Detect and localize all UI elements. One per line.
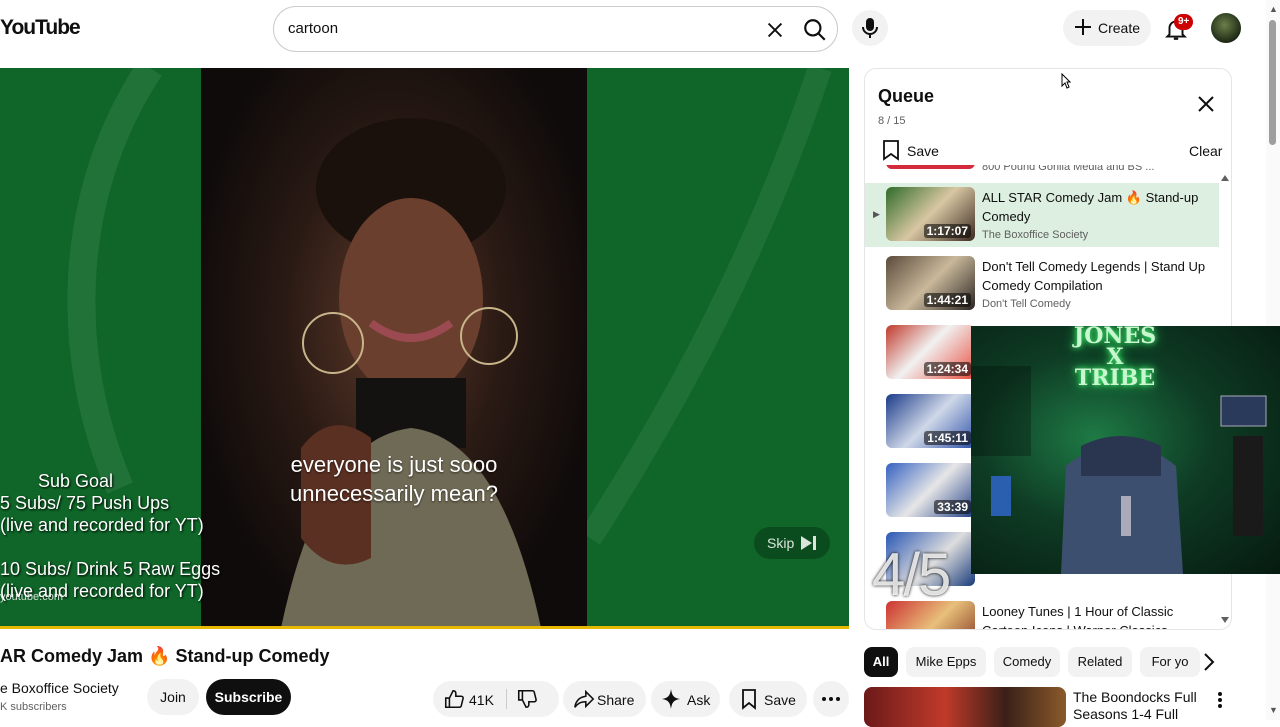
duration-badge: 1:24:34 [923,362,971,376]
duration-badge: 1:44:21 [923,293,971,307]
subscriber-count: K subscribers [0,701,67,713]
more-vertical-icon[interactable] [1218,692,1222,708]
channel-name[interactable]: e Boxoffice Society [0,680,119,696]
sub-goal-line [0,536,250,558]
search-input[interactable]: cartoon [288,20,338,37]
duration-badge: 33:39 [934,500,971,514]
filter-chips: All Mike Epps Comedy Related For yo [864,647,1224,677]
queue-item[interactable]: 1:44:21 Don't Tell Comedy Legends | Stan… [865,252,1219,316]
scrollbar-thumb[interactable] [1269,20,1276,145]
search-icon[interactable] [802,17,828,43]
queue-item-thumbnail[interactable]: 1:24:34 [886,325,975,379]
queue-clear-button[interactable]: Clear [1189,143,1222,159]
queue-save-label: Save [907,143,939,159]
skip-next-icon [800,535,818,551]
queue-item-title[interactable]: ALL STAR Comedy Jam 🔥 Stand-up Comedy [982,188,1207,226]
queue-item-channel: 800 Pound Gorilla Media and BS ... [982,165,1155,173]
ask-label: Ask [687,692,711,708]
video-progress-bar[interactable] [0,626,849,629]
sub-goal-overlay: Sub Goal 5 Subs/ 75 Push Ups (live and r… [0,470,250,602]
queue-item-thumbnail[interactable] [886,165,975,169]
recommendation-thumbnail[interactable] [864,687,1066,727]
now-playing-icon: ▶ [873,209,880,219]
duration-badge: 1:45:11 [924,431,971,445]
dislike-icon[interactable] [516,688,538,710]
like-count[interactable]: 41K [469,692,494,708]
share-label: Share [597,692,635,708]
voice-search-button[interactable] [852,10,888,46]
share-icon [573,688,595,710]
share-button[interactable]: Share [563,681,646,717]
queue-item-title[interactable]: Don't Tell Comedy Legends | Stand Up Com… [982,257,1207,295]
like-icon[interactable] [443,688,465,710]
scroll-up-arrow-icon[interactable]: ▲ [1269,4,1278,14]
notification-badge: 9+ [1174,14,1194,30]
recommendation-title[interactable]: The Boondocks Full Seasons 1-4 Full [1073,689,1213,723]
close-icon[interactable] [1197,95,1215,113]
sub-goal-line: 10 Subs/ Drink 5 Raw Eggs [0,559,221,579]
chip-for-you[interactable]: For yo [1140,647,1200,677]
queue-position: 8 / 15 [878,115,906,127]
sparkle-icon [661,688,681,710]
queue-item-title[interactable]: Looney Tunes | 1 Hour of Classic Cartoon… [982,602,1207,629]
queue-item-channel: The Boxoffice Society [982,229,1089,241]
scroll-down-arrow-icon[interactable]: ▼ [1269,705,1278,715]
more-horizontal-icon [822,697,840,701]
microphone-icon [861,17,879,39]
video-title: AR Comedy Jam 🔥 Stand-up Comedy [0,646,330,666]
chip-all[interactable]: All [864,647,898,677]
neon-line: TRIBE [1074,365,1156,391]
sub-goal-title: Sub Goal [38,471,114,491]
queue-item[interactable]: ▶ 1:17:07 ALL STAR Comedy Jam 🔥 Stand-up… [865,183,1219,247]
skip-label: Skip [767,535,795,551]
subscribe-button[interactable]: Subscribe [206,679,291,715]
queue-item-thumbnail[interactable]: 1:45:11 [886,394,975,448]
sub-goal-line: (live and recorded for YT) [0,515,204,535]
bookmark-icon [739,688,759,710]
overlay-counter: 4/5 [872,541,951,608]
chevron-right-icon[interactable] [1202,652,1216,672]
caption-line: everyone is just sooo [290,452,498,477]
sub-goal-line: 5 Subs/ 75 Push Ups [0,493,170,513]
like-dislike-group: 41K [433,681,559,717]
plus-icon [1073,17,1093,37]
queue-item-thumbnail[interactable]: 1:44:21 [886,256,975,310]
clear-search-icon[interactable] [764,19,786,41]
queue-item-channel: Don't Tell Comedy [982,298,1071,310]
bookmark-icon [882,139,900,161]
person-figure [281,118,541,628]
search-box[interactable]: cartoon [273,6,838,52]
webcam-overlay: JONES X TRIBE [971,326,1280,574]
chip-mike-epps[interactable]: Mike Epps [906,647,986,677]
video-caption: everyone is just sooo unnecessarily mean… [201,450,587,508]
watermark: youtube.com [0,591,63,603]
save-label: Save [764,692,796,708]
caption-line: unnecessarily mean? [290,481,498,506]
youtube-logo[interactable]: YouTube [0,16,81,42]
skip-ad-button[interactable]: Skip [754,527,830,559]
avatar[interactable] [1211,13,1241,43]
create-label: Create [1098,20,1141,36]
queue-title: Queue [878,86,935,106]
queue-save-button[interactable]: Save [882,139,939,161]
queue-item-thumbnail[interactable]: 33:39 [886,463,975,517]
video-player[interactable]: everyone is just sooo unnecessarily mean… [0,68,849,628]
mouse-cursor-icon [1061,73,1071,89]
queue-item-thumbnail[interactable]: 1:17:07 [886,187,975,241]
video-frame: everyone is just sooo unnecessarily mean… [201,68,587,628]
create-button[interactable]: Create [1063,10,1151,46]
chip-related[interactable]: Related [1068,647,1132,677]
ask-button[interactable]: Ask [651,681,720,717]
save-button[interactable]: Save [729,681,807,717]
chip-comedy[interactable]: Comedy [994,647,1060,677]
divider [506,689,507,709]
duration-badge: 1:17:07 [923,224,971,238]
more-actions-button[interactable] [813,681,849,717]
join-button[interactable]: Join [147,679,199,715]
neon-sign: JONES X TRIBE [1055,326,1175,389]
